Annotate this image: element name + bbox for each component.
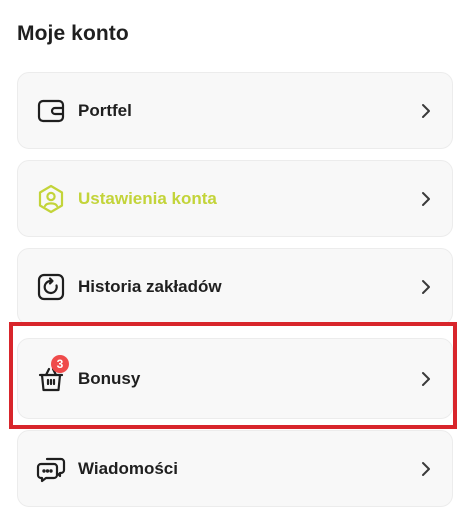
menu-item-historia-zakladow[interactable]: Historia zakładów: [17, 248, 453, 325]
menu-item-label: Bonusy: [78, 368, 141, 388]
menu-item-label: Wiadomości: [78, 458, 178, 478]
chevron-right-icon: [420, 460, 432, 478]
notification-badge: 3: [51, 354, 69, 373]
chevron-right-icon: [420, 370, 432, 388]
menu-item-bonusy[interactable]: 3 Bonusy: [17, 338, 453, 419]
menu-item-label: Portfel: [78, 100, 132, 120]
menu-item-label: Historia zakładów: [78, 276, 222, 296]
user-settings-icon: [36, 184, 66, 214]
history-icon: [36, 272, 66, 302]
messages-icon: [36, 454, 66, 484]
wallet-icon: [36, 96, 66, 126]
menu-item-wiadomosci[interactable]: Wiadomości: [17, 430, 453, 507]
page-title: Moje konto: [17, 22, 129, 45]
chevron-right-icon: [420, 278, 432, 296]
chevron-right-icon: [420, 190, 432, 208]
gift-basket-icon: 3: [36, 354, 69, 394]
chevron-right-icon: [420, 102, 432, 120]
menu-item-label: Ustawienia konta: [78, 188, 217, 208]
menu-item-ustawienia-konta[interactable]: Ustawienia konta: [17, 160, 453, 237]
menu-item-portfel[interactable]: Portfel: [17, 72, 453, 149]
